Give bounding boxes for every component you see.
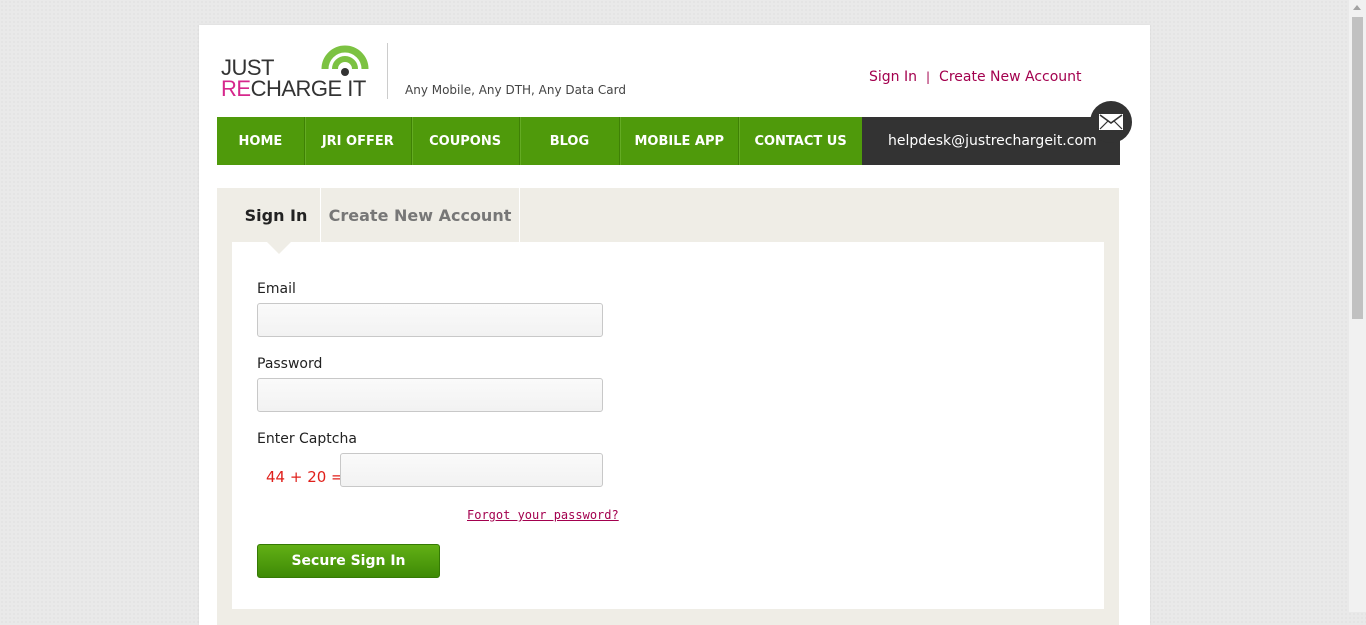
mail-badge[interactable]	[1090, 101, 1132, 143]
site-tagline: Any Mobile, Any DTH, Any Data Card	[405, 83, 626, 97]
auth-panel: Sign In Create New Account Email Passwor…	[217, 188, 1119, 625]
password-label: Password	[257, 356, 323, 372]
password-field[interactable]	[257, 378, 603, 412]
link-separator: |	[926, 70, 931, 84]
tab-signin[interactable]: Sign In	[232, 188, 321, 242]
account-links: Sign In | Create New Account	[869, 69, 1082, 85]
scroll-up-arrow-icon[interactable]	[1353, 5, 1361, 10]
tab-create-account[interactable]: Create New Account	[321, 188, 520, 242]
nav-item-mobile-app[interactable]: MOBILE APP	[620, 117, 740, 165]
main-nav: HOME JRI OFFER COUPONS BLOG MOBILE APP C…	[217, 117, 862, 165]
logo-text-charge: CHARGE IT	[250, 76, 367, 101]
email-label: Email	[257, 281, 296, 297]
email-field[interactable]	[257, 303, 603, 337]
captcha-question: 44 + 20 =	[266, 468, 344, 486]
nav-item-blog[interactable]: BLOG	[520, 117, 621, 165]
page-scrollbar[interactable]	[1349, 0, 1366, 612]
captcha-label: Enter Captcha	[257, 431, 357, 447]
header-create-account-link[interactable]: Create New Account	[939, 69, 1081, 85]
forgot-password-link[interactable]: Forgot your password?	[467, 508, 619, 522]
nav-item-home[interactable]: HOME	[217, 117, 305, 165]
site-logo[interactable]: JUST RECHARGE IT	[221, 39, 371, 101]
envelope-icon	[1099, 114, 1123, 130]
captcha-field[interactable]	[340, 453, 603, 487]
helpdesk-email[interactable]: helpdesk@justrechargeit.com	[862, 117, 1120, 165]
nav-item-coupons[interactable]: COUPONS	[412, 117, 520, 165]
logo-text-recharge: RECHARGE IT	[221, 76, 366, 102]
active-tab-indicator	[267, 242, 291, 254]
signal-arcs-icon	[321, 45, 369, 76]
page-container: JUST RECHARGE IT Any Mobile, Any DTH, An…	[199, 25, 1150, 625]
nav-item-contact-us[interactable]: CONTACT US	[739, 117, 862, 165]
nav-item-jri-offer[interactable]: JRI OFFER	[305, 117, 412, 165]
signin-form: Email Password Enter Captcha 44 + 20 = F…	[232, 242, 1104, 609]
scrollbar-thumb[interactable]	[1352, 17, 1363, 319]
header-signin-link[interactable]: Sign In	[869, 69, 917, 85]
secure-signin-button[interactable]: Secure Sign In	[257, 544, 440, 578]
logo-divider	[387, 43, 388, 99]
logo-text-re: RE	[221, 76, 251, 101]
